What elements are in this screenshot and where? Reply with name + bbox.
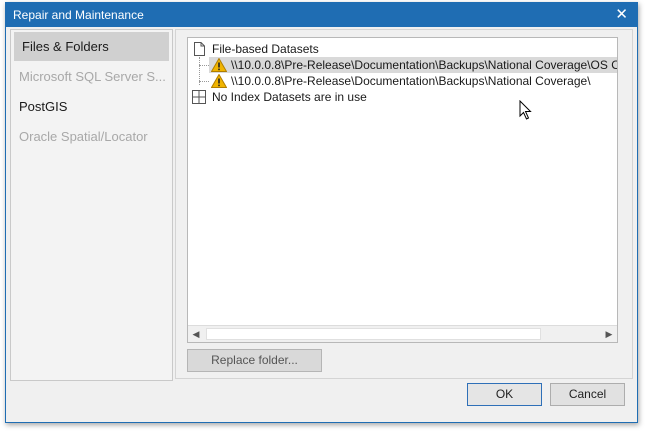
tree-connector <box>199 81 209 82</box>
sidebar: Files & Folders Microsoft SQL Server S..… <box>10 29 173 381</box>
content-panel: File-based Datasets \\10.0.0.8\Pre-Relea… <box>175 29 633 379</box>
sidebar-item-sql-server: Microsoft SQL Server S... <box>19 69 166 84</box>
tree-root-row[interactable]: File-based Datasets <box>188 41 488 57</box>
warning-icon <box>210 57 228 73</box>
tree-item-dataset-2[interactable]: \\10.0.0.8\Pre-Release\Documentation\Bac… <box>209 73 617 89</box>
tree-connector <box>199 65 209 66</box>
warning-icon <box>210 73 228 89</box>
dataset-tree[interactable]: File-based Datasets \\10.0.0.8\Pre-Relea… <box>187 37 618 343</box>
close-icon[interactable]: ✕ <box>615 5 628 23</box>
scrollbar-thumb[interactable] <box>206 328 541 340</box>
sidebar-item-postgis[interactable]: PostGIS <box>11 92 166 121</box>
scroll-left-icon[interactable]: ◀ <box>188 326 204 342</box>
horizontal-scrollbar[interactable]: ◀ ▶ <box>188 325 617 342</box>
sidebar-item-files-folders[interactable]: Files & Folders <box>14 32 169 61</box>
sidebar-item-oracle-spatial: Oracle Spatial/Locator <box>19 129 148 144</box>
cancel-button[interactable]: Cancel <box>550 383 625 406</box>
dialog-title: Repair and Maintenance <box>13 8 144 22</box>
tree-item-label: \\10.0.0.8\Pre-Release\Documentation\Bac… <box>231 58 617 72</box>
tree-no-index-row[interactable]: No Index Datasets are in use <box>188 89 488 105</box>
scroll-right-icon[interactable]: ▶ <box>601 326 617 342</box>
title-bar[interactable]: Repair and Maintenance ✕ <box>6 3 637 27</box>
tree-root-label: File-based Datasets <box>212 42 319 56</box>
mouse-cursor-icon <box>519 99 533 124</box>
tree-item-label: \\10.0.0.8\Pre-Release\Documentation\Bac… <box>231 74 591 88</box>
ok-button[interactable]: OK <box>467 383 542 406</box>
grid-icon <box>192 90 206 108</box>
replace-folder-button[interactable]: Replace folder... <box>187 349 322 372</box>
repair-maintenance-dialog: Repair and Maintenance ✕ Files & Folders… <box>5 2 638 423</box>
tree-item-dataset-1[interactable]: \\10.0.0.8\Pre-Release\Documentation\Bac… <box>209 57 617 73</box>
tree-no-index-label: No Index Datasets are in use <box>212 90 367 104</box>
